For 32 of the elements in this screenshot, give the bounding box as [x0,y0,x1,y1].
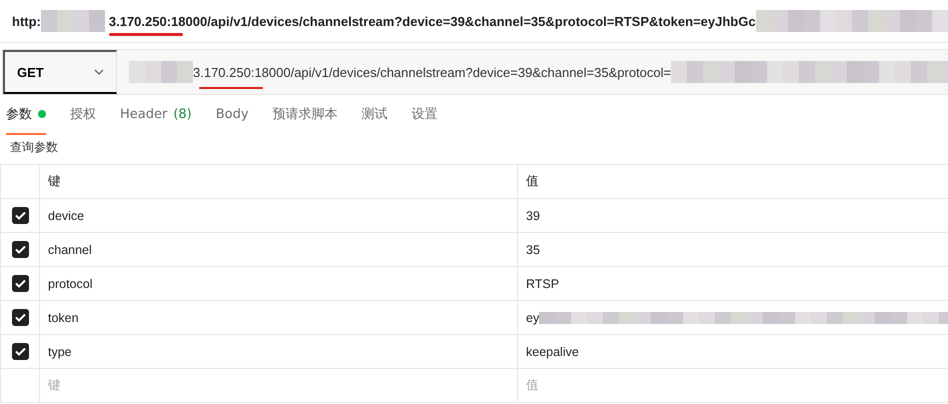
table-cell: 39 [526,208,540,222]
checkmark-icon [14,279,26,288]
checkmark-icon [14,245,26,254]
url-scheme: http: [12,14,41,28]
url-text: 3.170.250:18000/api/v1/devices/channelstream?device=39&channel=35&protocol=RTSP&token=eyJhbGc [108,14,756,28]
table-cell: protocol [39,267,517,300]
checkbox[interactable] [12,207,28,224]
table-cell: device [39,199,517,232]
tab[interactable]: Header (8) [120,95,192,135]
column-header: 值 [517,165,948,198]
table-cell: keepalive [526,344,579,358]
table-cell: RTSP [526,276,560,290]
tab[interactable]: 参数 [6,95,46,135]
checkbox[interactable] [12,309,28,326]
checkmark-icon [14,313,26,322]
checkbox[interactable] [12,241,28,258]
table-cell: 35 [526,242,540,256]
table-cell: token [39,301,517,334]
section-title: 查询参数 [9,139,59,156]
table-cell: ey [526,310,540,324]
table-cell: type [39,335,517,368]
tab[interactable]: 预请求脚本 [272,95,338,135]
checkbox[interactable] [12,343,28,360]
tab[interactable]: 设置 [412,95,438,135]
checkbox[interactable] [12,275,28,292]
checkmark-icon [14,347,26,356]
checkmark-icon [14,211,26,220]
tab[interactable]: 授权 [70,95,96,135]
table-cell: channel [39,233,517,266]
tab[interactable]: 测试 [362,95,388,135]
column-header: 键 [39,165,517,198]
tab[interactable]: Body [216,95,249,135]
